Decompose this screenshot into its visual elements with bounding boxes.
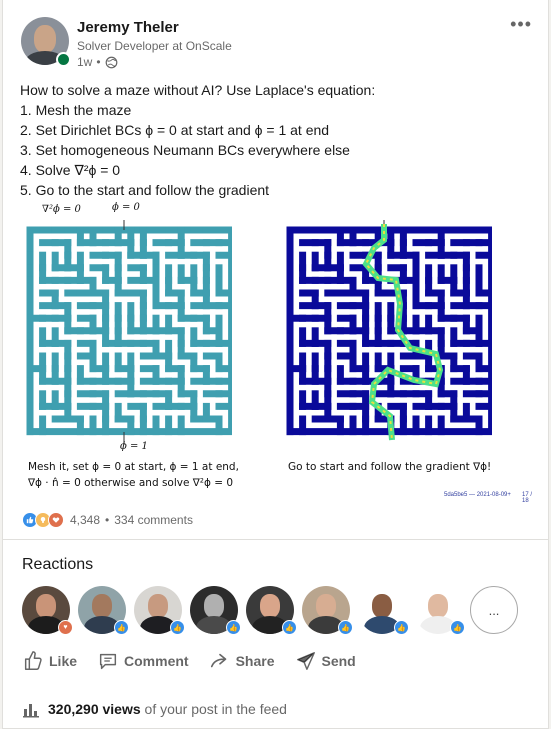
solution-maze-image [286, 220, 492, 441]
online-status-icon [56, 52, 71, 67]
like-badge-icon: 👍 [226, 620, 241, 635]
post-time-separator: • [96, 55, 101, 69]
views-count: 320,290 views [48, 701, 141, 717]
phi0-label: ϕ = 0 [112, 202, 140, 213]
post-meta: 1w • [77, 55, 118, 69]
post-text: How to solve a maze without AI? Use Lapl… [20, 80, 375, 200]
like-badge-icon: 👍 [282, 620, 297, 635]
send-label: Send [321, 653, 356, 669]
reactor-avatar[interactable]: ♥ [22, 586, 73, 635]
left-caption-line: ∇ϕ · n̂ = 0 otherwise and solve ∇²ϕ = 0 [28, 477, 234, 489]
phi1-label: ϕ = 1 [120, 441, 148, 452]
share-icon [210, 653, 226, 668]
reactor-avatar[interactable]: 👍 [414, 586, 465, 635]
send-button[interactable]: Send [295, 650, 356, 672]
reactor-avatar[interactable]: 👍 [78, 586, 129, 635]
reactor-avatar[interactable]: 👍 [134, 586, 185, 635]
action-bar: Like Comment Share Send [22, 650, 376, 672]
left-caption: Mesh it, set ϕ = 0 at start, ϕ = 1 at en… [28, 459, 239, 491]
like-badge-icon: 👍 [114, 620, 129, 635]
author-name[interactable]: Jeremy Theler [77, 19, 179, 36]
like-icon [24, 651, 42, 670]
laplace-label: ∇²ϕ = 0 [42, 204, 81, 215]
comments-count[interactable]: 334 comments [114, 513, 193, 527]
author-headline: Solver Developer at OnScale [77, 39, 232, 53]
like-label: Like [49, 653, 78, 669]
share-button[interactable]: Share [209, 650, 275, 672]
send-icon [296, 652, 315, 670]
reactors-list: ♥ 👍 👍 👍 👍 👍 👍 👍 ... [22, 586, 518, 635]
post-line: 1. Mesh the maze [20, 102, 132, 118]
comment-label: Comment [124, 653, 189, 669]
right-caption: Go to start and follow the gradient ∇ϕ! [288, 461, 492, 473]
like-badge-icon: 👍 [394, 620, 409, 635]
reactor-avatar[interactable]: 👍 [190, 586, 241, 635]
reactions-count[interactable]: 4,348 [70, 513, 100, 527]
post-line: 2. Set Dirichlet BCs ϕ = 0 at start and … [20, 122, 330, 138]
reactor-avatar[interactable]: 👍 [358, 586, 409, 635]
bar-chart-icon [23, 704, 39, 718]
post-card: Jeremy Theler Solver Developer at OnScal… [2, 0, 549, 729]
more-options-icon[interactable]: ••• [510, 14, 532, 35]
love-reaction-icon [48, 512, 64, 528]
slide-id: 5da5be5 — 2021-08-09+ [444, 492, 511, 498]
share-label: Share [235, 653, 275, 669]
views-analytics[interactable]: 320,290 views of your post in the feed [22, 700, 287, 718]
post-line: 5. Go to the start and follow the gradie… [20, 182, 270, 198]
like-button[interactable]: Like [22, 650, 77, 672]
reactions-section-title: Reactions [22, 556, 94, 573]
views-suffix: of your post in the feed [144, 701, 287, 717]
reactor-avatar[interactable]: 👍 [302, 586, 353, 635]
love-badge-icon: ♥ [58, 620, 73, 635]
slide-page: 17 / 18 [522, 492, 533, 504]
social-separator: • [105, 513, 110, 527]
like-badge-icon: 👍 [338, 620, 353, 635]
mesh-maze-image [26, 220, 232, 445]
comment-icon [99, 653, 117, 670]
post-line: How to solve a maze without AI? Use Lapl… [20, 82, 376, 98]
like-badge-icon: 👍 [450, 620, 465, 635]
globe-icon [105, 56, 117, 68]
post-time: 1w [77, 55, 93, 69]
post-line: 4. Solve ∇²ϕ = 0 [20, 162, 121, 178]
reactor-avatar[interactable]: 👍 [246, 586, 297, 635]
more-reactors-button[interactable]: ... [470, 586, 518, 634]
comment-button[interactable]: Comment [97, 650, 189, 672]
like-badge-icon: 👍 [170, 620, 185, 635]
divider [3, 539, 548, 540]
social-counts[interactable]: 4,348 • 334 comments [22, 512, 193, 528]
left-caption-line: Mesh it, set ϕ = 0 at start, ϕ = 1 at en… [28, 461, 239, 473]
post-image[interactable]: ∇²ϕ = 0 ϕ = 0 ϕ = 1 Mesh it, set ϕ = 0 a… [20, 200, 538, 505]
post-line: 3. Set homogeneous Neumann BCs everywher… [20, 142, 350, 158]
